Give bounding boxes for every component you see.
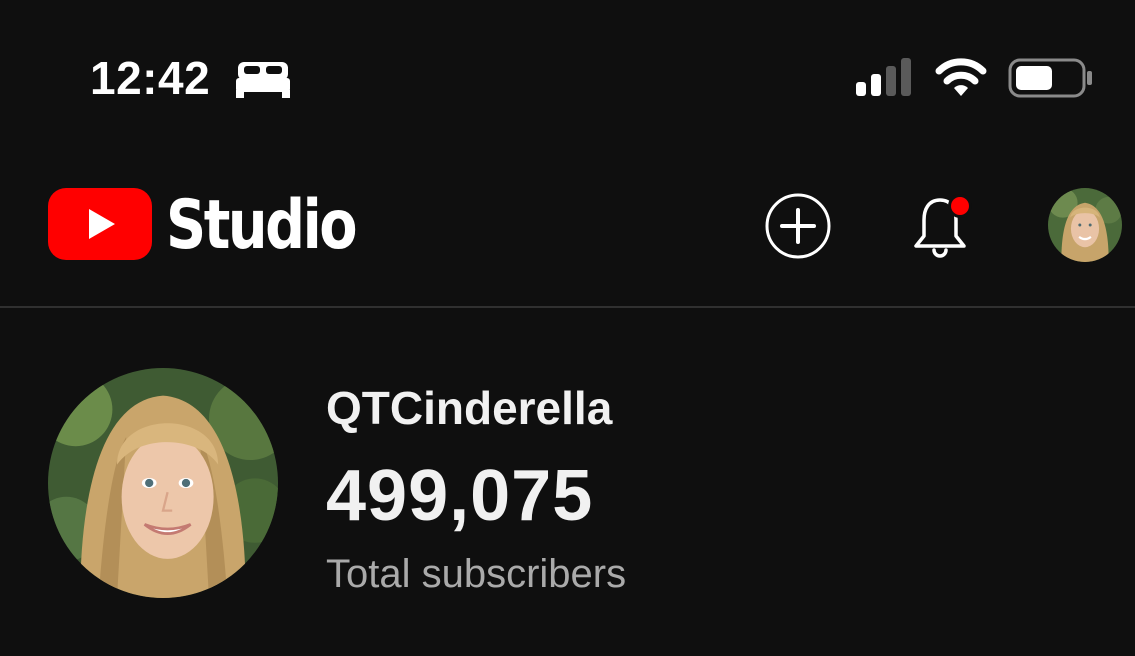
youtube-logo-icon[interactable] <box>48 188 152 260</box>
subscriber-label: Total subscribers <box>326 552 627 596</box>
battery-icon <box>1008 58 1092 98</box>
notification-badge <box>951 197 969 215</box>
sleep-icon <box>236 62 290 98</box>
app-header: Studio <box>0 150 1135 308</box>
status-time: 12:42 <box>90 52 211 104</box>
channel-name: QTCinderella <box>326 382 613 434</box>
channel-avatar[interactable] <box>48 368 278 598</box>
subscriber-count: 499,075 <box>326 456 594 536</box>
notifications-bell-icon[interactable] <box>908 190 984 262</box>
status-bar: 12:42 <box>0 0 1135 150</box>
studio-logo-text: Studio <box>166 186 358 265</box>
wifi-icon <box>935 58 987 96</box>
account-avatar[interactable] <box>1048 188 1122 262</box>
signal-icon <box>856 58 911 96</box>
create-icon[interactable] <box>764 192 832 260</box>
